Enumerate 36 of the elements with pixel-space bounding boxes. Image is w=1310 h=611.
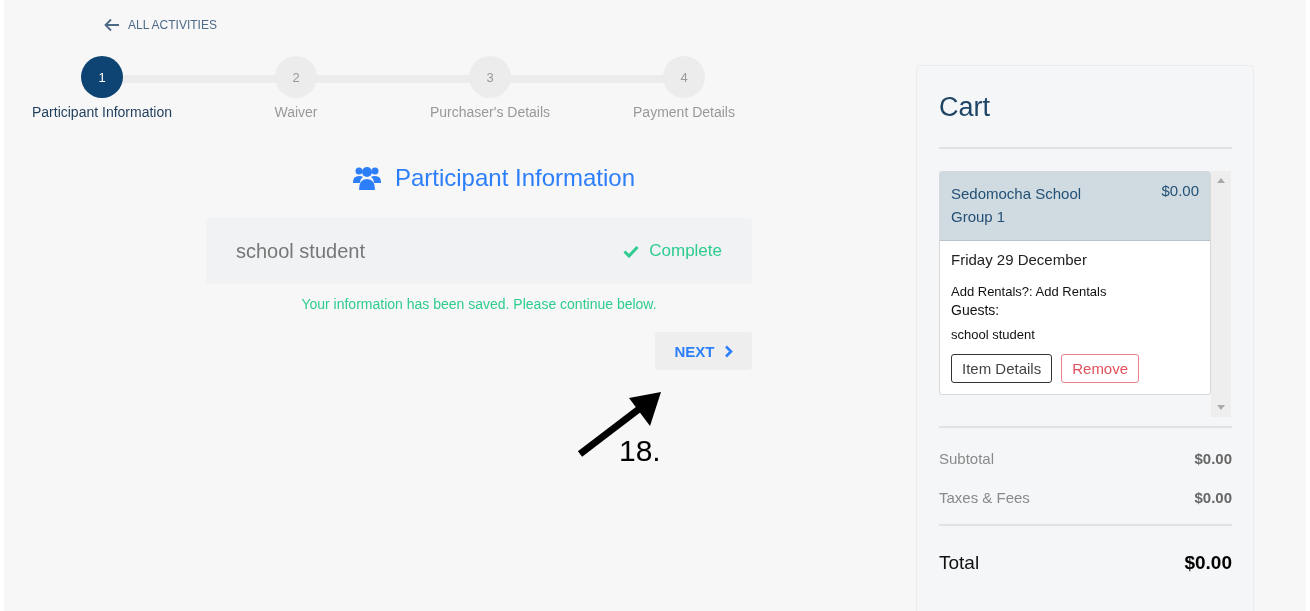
- status-text: Complete: [649, 241, 722, 261]
- taxes-value: $0.00: [1194, 489, 1232, 506]
- item-details-button[interactable]: Item Details: [951, 354, 1053, 383]
- step-circle[interactable]: 1: [81, 56, 123, 98]
- participant-name: school student: [236, 239, 365, 263]
- item-rentals: Add Rentals?: Add Rentals: [951, 284, 1108, 299]
- item-name: Sedomocha School Group 1: [951, 184, 1083, 227]
- saved-message: Your information has been saved. Please continue below.: [300, 296, 658, 312]
- remove-button[interactable]: Remove: [1061, 354, 1140, 383]
- back-arrow-icon: [104, 18, 120, 32]
- group-icon: [352, 165, 381, 191]
- step-label: Waiver: [274, 104, 318, 120]
- item-date: Friday 29 December: [951, 251, 1088, 268]
- step-label: Payment Details: [633, 104, 735, 120]
- total-value: $0.00: [1184, 552, 1232, 574]
- step-circle[interactable]: 2: [275, 56, 317, 98]
- total-label: Total: [939, 552, 980, 574]
- step-annotation: 18.: [619, 434, 661, 468]
- scroll-up-icon[interactable]: [1217, 178, 1225, 183]
- guest-name: school student: [951, 327, 1036, 342]
- subtotal-label: Subtotal: [939, 450, 995, 467]
- section-title: Participant Information: [394, 164, 636, 192]
- chevron-icon: [723, 344, 733, 358]
- guests-label: Guests:: [951, 302, 1001, 318]
- step-label: Participant Information: [31, 104, 173, 120]
- next-button[interactable]: NEXT: [655, 332, 752, 370]
- step-label: Purchaser's Details: [429, 104, 551, 120]
- subtotal-value: $0.00: [1194, 450, 1232, 467]
- cart-title: Cart: [939, 92, 991, 123]
- back-link[interactable]: ALL ACTIVITIES: [104, 18, 217, 32]
- taxes-label: Taxes & Fees: [939, 489, 1030, 506]
- item-price: $0.00: [1161, 182, 1199, 201]
- scrollbar[interactable]: [1211, 171, 1231, 417]
- scroll-down-icon[interactable]: [1217, 405, 1225, 410]
- step-circle[interactable]: 4: [663, 56, 705, 98]
- step-circle[interactable]: 3: [469, 56, 511, 98]
